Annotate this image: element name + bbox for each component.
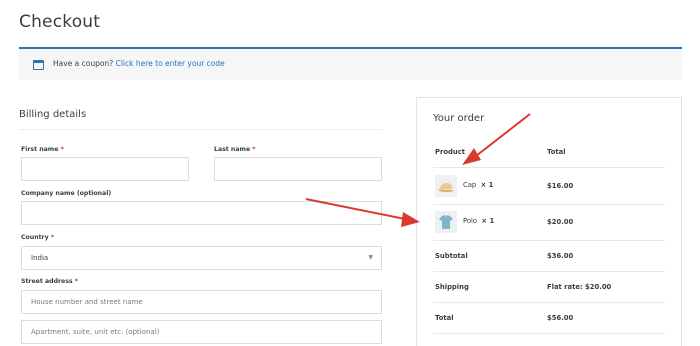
item-qty: × 1 <box>481 217 495 225</box>
total-value: $56.00 <box>547 314 574 322</box>
order-item-total: $20.00 <box>547 218 574 226</box>
coupon-notice: Have a coupon? Click here to enter your … <box>19 47 682 80</box>
shipping-label: Shipping <box>435 283 469 291</box>
order-review-panel: Your order Product Total Cap × 1 $16.00 … <box>416 97 682 346</box>
calendar-icon <box>33 60 44 70</box>
billing-divider <box>19 129 382 130</box>
coupon-text: Have a coupon? Click here to enter your … <box>53 59 225 68</box>
item-name-text: Cap <box>463 181 477 189</box>
polo-shirt-icon <box>435 211 457 233</box>
row-divider <box>433 302 665 303</box>
street-label: Street address * <box>21 278 78 285</box>
row-divider <box>433 167 665 168</box>
row-divider <box>433 240 665 241</box>
row-divider <box>433 204 665 205</box>
page-title: Checkout <box>19 12 101 32</box>
chevron-down-icon: ▼ <box>368 254 373 261</box>
item-name-text: Polo <box>463 217 478 225</box>
country-select[interactable]: India ▼ <box>21 246 382 270</box>
coupon-link[interactable]: Click here to enter your code <box>116 59 225 68</box>
required-mark: * <box>50 234 55 241</box>
country-label-text: Country <box>21 234 49 241</box>
order-item-name: Cap × 1 <box>463 181 493 189</box>
street-address-2-input[interactable]: Apartment, suite, unit etc. (optional) <box>21 320 382 344</box>
last-name-input[interactable] <box>214 157 382 181</box>
required-mark: * <box>252 146 256 153</box>
first-name-label: First name * <box>21 146 64 153</box>
cap-icon <box>435 175 457 197</box>
last-name-label-text: Last name <box>214 146 251 153</box>
col-product: Product <box>435 148 465 156</box>
street-address-1-input[interactable]: House number and street name <box>21 290 382 314</box>
order-title: Your order <box>433 113 485 124</box>
required-mark: * <box>74 278 79 285</box>
billing-title: Billing details <box>19 109 87 120</box>
company-label: Company name (optional) <box>21 190 112 197</box>
row-divider <box>433 271 665 272</box>
shipping-value: Flat rate: $20.00 <box>547 283 612 291</box>
street-label-text: Street address <box>21 278 73 285</box>
subtotal-label: Subtotal <box>435 252 468 260</box>
total-label: Total <box>435 314 454 322</box>
required-mark: * <box>60 146 64 153</box>
col-total: Total <box>547 148 566 156</box>
last-name-label: Last name * <box>214 146 256 153</box>
coupon-prefix: Have a coupon? <box>53 59 114 68</box>
country-value: India <box>31 254 49 262</box>
company-input[interactable] <box>21 201 382 225</box>
order-item-name: Polo × 1 <box>463 217 494 225</box>
order-item-total: $16.00 <box>547 182 574 190</box>
first-name-input[interactable] <box>21 157 189 181</box>
first-name-label-text: First name <box>21 146 59 153</box>
subtotal-value: $36.00 <box>547 252 574 260</box>
row-divider <box>433 333 665 334</box>
item-qty: × 1 <box>480 181 494 189</box>
country-label: Country * <box>21 234 54 241</box>
